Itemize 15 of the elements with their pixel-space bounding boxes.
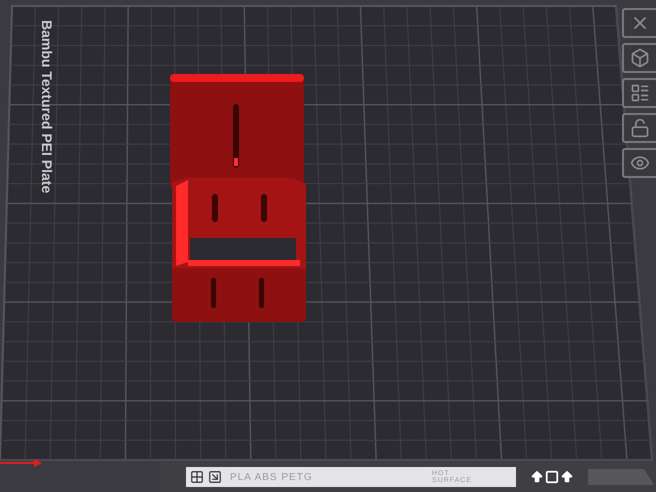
- list-layout-icon: [630, 83, 650, 103]
- x-axis-arrow: [0, 459, 42, 467]
- view-button[interactable]: [622, 148, 656, 178]
- plate-label: Bambu Textured PEI Plate: [38, 20, 56, 194]
- close-button[interactable]: [622, 8, 656, 38]
- lock-icon: [630, 118, 650, 138]
- box-icon: [630, 48, 650, 68]
- layout-button[interactable]: [622, 78, 656, 108]
- add-model-button[interactable]: [622, 43, 656, 73]
- square-icon: [545, 470, 559, 484]
- lock-button[interactable]: [622, 113, 656, 143]
- filament-types: PLA ABS PETG: [230, 470, 313, 484]
- arrow-up-icon: [560, 470, 574, 484]
- arrow-up-icon: [530, 470, 544, 484]
- grid-icon: [190, 470, 204, 484]
